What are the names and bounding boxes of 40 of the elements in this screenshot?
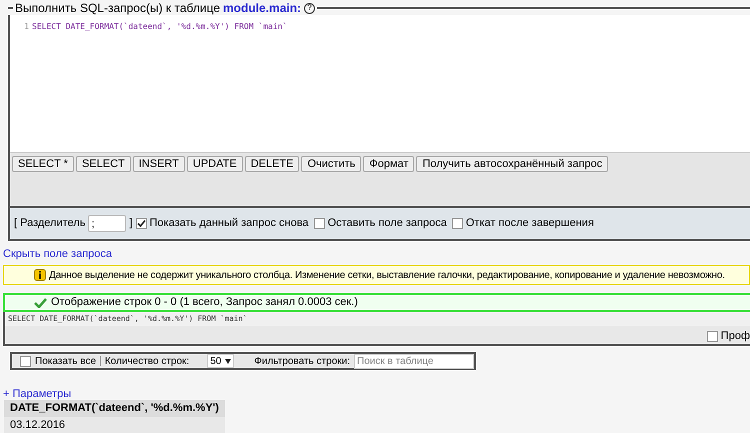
caret-icon: [225, 358, 232, 364]
checkbox[interactable]: [20, 356, 31, 366]
query-button[interactable]: SELECT *: [12, 156, 74, 172]
check-icon: [34, 298, 47, 308]
query-button[interactable]: INSERT: [132, 156, 185, 172]
query-button[interactable]: Очистить: [301, 156, 362, 172]
checkbox[interactable]: [136, 218, 146, 229]
checkbox-label: Показать все: [35, 354, 96, 368]
help-icon[interactable]: ?: [304, 2, 316, 14]
query-button[interactable]: Формат: [363, 156, 414, 172]
checkbox-label: Проф: [720, 329, 750, 344]
checkbox[interactable]: [706, 330, 718, 342]
success-text: Отображение строк 0 - 0 (1 всего, Запрос занял 0.0003 сек.): [51, 295, 358, 310]
rows-select[interactable]: 50: [207, 354, 234, 368]
table-link[interactable]: module.main:: [223, 1, 302, 15]
panel-title: Выполнить SQL-запрос(ы) к таблице: [15, 1, 220, 15]
delimiter-label: [ Разделитель: [14, 216, 86, 232]
rows-label: Количество строк:: [104, 354, 190, 368]
line-number: 1: [23, 21, 30, 33]
sql-code: SELECT DATE_FORMAT(`dateend`, '%d.%m.%Y') FROM `main`: [32, 21, 288, 33]
query-button[interactable]: DELETE: [244, 156, 300, 172]
warning-icon: [34, 269, 46, 281]
hide-query-link[interactable]: Скрыть поле запроса: [3, 246, 112, 260]
query-button[interactable]: Получить автосохранённый запрос: [416, 156, 608, 172]
checkbox-label: Показать данный запрос снова: [150, 216, 309, 232]
code-editor[interactable]: 1 SELECT DATE_FORMAT(`dateend`, '%d.%m.%Y') FROM `main`: [10, 15, 750, 153]
filter-field[interactable]: Поиск в таблице: [354, 354, 474, 368]
filter-label: Фильтровать строки:: [254, 354, 350, 368]
delimiter-field[interactable]: ;: [88, 215, 126, 232]
bracket-label: ]: [129, 216, 132, 232]
checkbox-label: Откат после завершения: [466, 216, 594, 232]
checkbox[interactable]: [452, 218, 463, 229]
warning-text: Данное выделение не содержит уникального столбца. Изменение сетки, выставление галочки, редактирование, копирование и удаление невозможно.: [49, 268, 725, 282]
query-button[interactable]: UPDATE: [186, 156, 243, 172]
table-cell: 03.12.2016: [4, 416, 225, 433]
parameters-link[interactable]: + Параметры: [3, 388, 72, 400]
checkbox-label: Оставить поле запроса: [328, 216, 447, 232]
query-button[interactable]: SELECT: [76, 156, 131, 172]
checkbox[interactable]: [314, 218, 325, 229]
column-header[interactable]: DATE_FORMAT(`dateend`, '%d.%m.%Y'): [4, 400, 225, 416]
